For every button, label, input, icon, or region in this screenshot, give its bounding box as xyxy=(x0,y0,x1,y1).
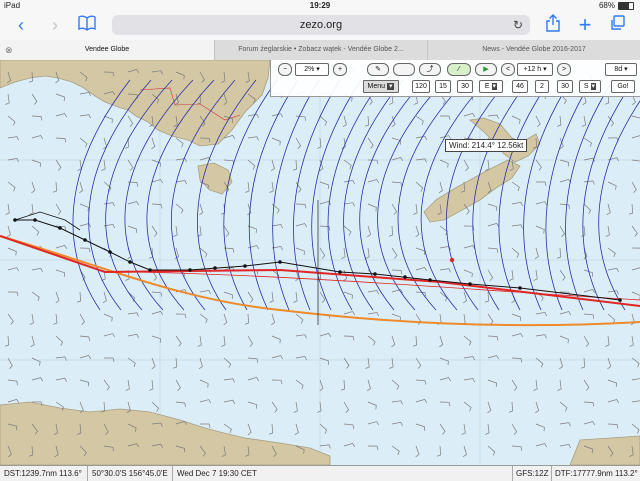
lat-hemi-value: S xyxy=(583,83,589,90)
tab-label: Vendee Globe xyxy=(84,46,130,53)
route-icon: ⤴ xyxy=(426,66,434,73)
gfs-readout: GFS:12Z xyxy=(516,469,549,478)
close-tab-icon[interactable]: ⊗ xyxy=(5,40,13,60)
play-button[interactable]: ▶ xyxy=(475,63,497,76)
track-dot xyxy=(213,266,217,270)
zoom-value: 2% xyxy=(304,66,315,73)
step-back-button[interactable]: < xyxy=(501,63,515,76)
track-dot xyxy=(13,218,17,222)
reload-icon[interactable]: ↻ xyxy=(513,15,523,35)
pencil-tool-button[interactable]: ✎ xyxy=(367,63,389,76)
zoom-in-button[interactable]: + xyxy=(333,63,347,76)
battery-indicator: 68% xyxy=(599,0,634,12)
menu-select[interactable]: Menu ▾ xyxy=(363,80,399,93)
tab-vendee-globe[interactable]: ⊗ Vendee Globe xyxy=(0,40,214,60)
track-dot xyxy=(518,286,522,290)
route-tool-button[interactable]: ⤴ xyxy=(419,63,441,76)
latitude-hemisphere-select[interactable]: S ▾ xyxy=(579,80,601,93)
draw-tool-button[interactable]: ⁄ xyxy=(447,63,471,76)
wind-tooltip: Wind: 214.4° 12.56kt xyxy=(445,139,528,152)
track-dot xyxy=(278,260,282,264)
latitude-minutes-input[interactable]: 2 xyxy=(535,80,549,93)
map-status-footer: DST:1239.7nm 113.6° 50°30.0'S 156°45.0'E… xyxy=(0,465,640,481)
time-step-select[interactable]: +12 h ▾ xyxy=(517,63,553,76)
longitude-hemisphere-select[interactable]: E ▾ xyxy=(479,80,503,93)
tab-bar: ⊗ Vendee Globe Forum żeglarskie • Zobacz… xyxy=(0,40,640,61)
zoom-select[interactable]: 2% ▾ xyxy=(295,63,329,76)
ios-status-bar: iPad 19:29 68% xyxy=(0,0,640,12)
new-tab-plus-icon[interactable]: + xyxy=(574,14,596,36)
track-dot xyxy=(373,272,377,276)
tab-forum[interactable]: Forum żeglarskie • Zobacz wątek - Vendée… xyxy=(214,40,427,60)
map-canvas xyxy=(0,60,640,465)
battery-fill xyxy=(619,3,629,9)
go-button[interactable]: Go! xyxy=(611,80,635,93)
track-dot xyxy=(148,268,152,272)
longitude-degrees-input[interactable]: 120 xyxy=(412,80,430,93)
share-icon[interactable] xyxy=(542,14,564,36)
zoom-out-button[interactable]: − xyxy=(278,63,292,76)
battery-icon xyxy=(618,2,634,10)
bookmarks-icon[interactable] xyxy=(76,14,98,36)
track-dot xyxy=(188,268,192,272)
track-dot xyxy=(338,270,342,274)
tab-label: News - Vendée Globe 2016-2017 xyxy=(482,46,586,53)
latitude-seconds-input[interactable]: 30 xyxy=(557,80,573,93)
duration-select[interactable]: 8d ▾ xyxy=(605,63,637,76)
track-dot xyxy=(83,238,87,242)
tool-button-blank[interactable] xyxy=(393,63,415,76)
track-dot xyxy=(468,282,472,286)
clock: 19:29 xyxy=(309,1,331,10)
address-bar[interactable]: zezo.org ↻ xyxy=(112,15,530,35)
weather-routing-map[interactable] xyxy=(0,60,640,465)
time-step-value: +12 h xyxy=(523,66,542,73)
browser-toolbar: ‹ › zezo.org ↻ + xyxy=(0,12,640,40)
latitude-degrees-input[interactable]: 46 xyxy=(512,80,528,93)
distance-readout: DST:1239.7nm 113.6° xyxy=(4,469,82,478)
track-dot xyxy=(243,264,247,268)
lon-hemi-value: E xyxy=(484,83,490,90)
step-forward-button[interactable]: > xyxy=(557,63,571,76)
url-text: zezo.org xyxy=(299,19,343,31)
dtf-readout: DTF:17777.9nm 113.2° xyxy=(555,469,638,478)
track-dot xyxy=(618,298,622,302)
play-icon: ▶ xyxy=(483,66,489,73)
tabs-overview-icon[interactable] xyxy=(606,14,628,36)
menu-label: Menu xyxy=(367,83,386,90)
forward-chevron-icon[interactable]: › xyxy=(44,14,66,36)
tab-news[interactable]: News - Vendée Globe 2016-2017 xyxy=(427,40,640,60)
tab-label: Forum żeglarskie • Zobacz wątek - Vendée… xyxy=(238,46,404,53)
pencil-icon: ✎ xyxy=(375,66,381,73)
datetime-readout: Wed Dec 7 19:30 CET xyxy=(177,469,257,478)
track-dot xyxy=(33,218,37,222)
track-dot xyxy=(403,275,407,279)
back-chevron-icon[interactable]: ‹ xyxy=(10,14,32,36)
routing-control-panel: − 2% ▾ + ✎ ⤴ ⁄ ▶ < +12 h ▾ > 8d ▾ Menu ▾… xyxy=(270,60,640,97)
battery-percent: 68% xyxy=(598,1,615,10)
boat-marker xyxy=(449,257,455,263)
longitude-minutes-input[interactable]: 15 xyxy=(435,80,451,93)
longitude-seconds-input[interactable]: 30 xyxy=(457,80,473,93)
duration-value: 8d xyxy=(614,66,623,73)
track-dot xyxy=(58,226,62,230)
position-readout: 50°30.0'S 156°45.0'E xyxy=(92,469,168,478)
line-icon: ⁄ xyxy=(458,66,460,73)
track-dot xyxy=(428,278,432,282)
track-dot xyxy=(128,260,132,264)
track-dot xyxy=(108,250,112,254)
